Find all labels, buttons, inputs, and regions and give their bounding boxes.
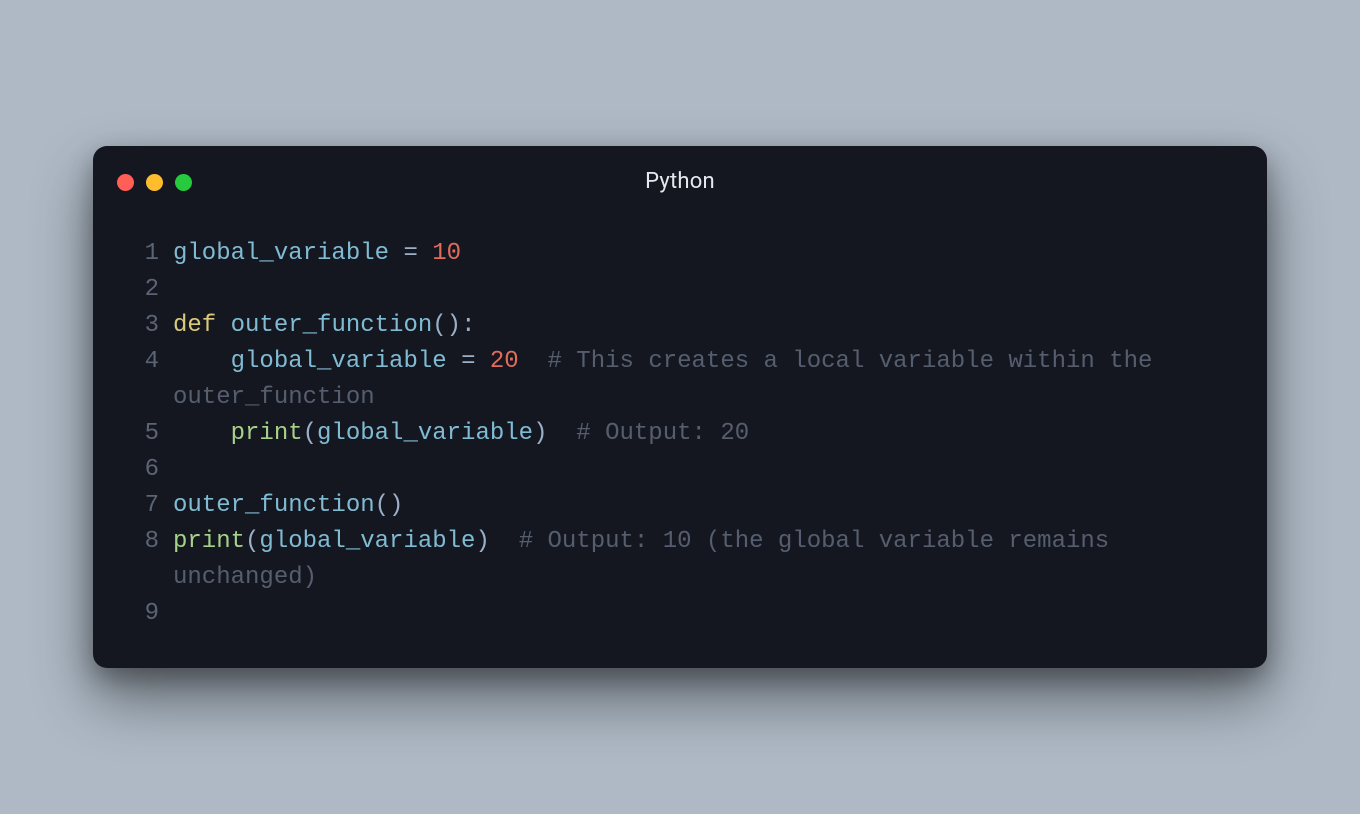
minimize-icon[interactable] — [146, 174, 163, 191]
code-line: 5 print(global_variable) # Output: 20 — [139, 416, 1221, 452]
code-window: Python 1 global_variable = 10 2 3 def ou… — [93, 146, 1267, 668]
token-operator: = — [461, 348, 475, 375]
line-number: 9 — [139, 596, 173, 632]
token-function-name: outer_function — [231, 312, 433, 339]
token-punct: (): — [432, 312, 475, 339]
token-space — [447, 348, 461, 375]
code-content: outer_function() — [173, 488, 1221, 524]
window-title: Python — [93, 159, 1267, 194]
token-punct: ( — [303, 420, 317, 447]
code-line: 9 — [139, 596, 1221, 632]
line-number: 5 — [139, 416, 173, 452]
token-number: 10 — [432, 240, 461, 267]
code-line: 4 global_variable = 20 # This creates a … — [139, 344, 1221, 416]
line-number: 8 — [139, 524, 173, 560]
token-punct: ) — [533, 420, 547, 447]
token-space — [418, 240, 432, 267]
line-number: 3 — [139, 308, 173, 344]
code-line: 6 — [139, 452, 1221, 488]
token-builtin: print — [231, 420, 303, 447]
window-traffic-lights — [117, 174, 192, 191]
token-variable: global_variable — [231, 348, 447, 375]
token-operator: = — [403, 240, 417, 267]
code-content: print(global_variable) # Output: 20 — [173, 416, 1221, 452]
code-line: 8 print(global_variable) # Output: 10 (t… — [139, 524, 1221, 596]
line-number: 6 — [139, 452, 173, 488]
token-space — [389, 240, 403, 267]
token-space — [490, 528, 519, 555]
code-editor: 1 global_variable = 10 2 3 def outer_fun… — [93, 206, 1267, 632]
line-number: 2 — [139, 272, 173, 308]
token-keyword: def — [173, 312, 216, 339]
token-comment: # Output: 20 — [576, 420, 749, 447]
token-space — [216, 312, 230, 339]
token-indent — [173, 420, 231, 447]
code-line: 7 outer_function() — [139, 488, 1221, 524]
zoom-icon[interactable] — [175, 174, 192, 191]
line-number: 1 — [139, 236, 173, 272]
line-number: 7 — [139, 488, 173, 524]
token-punct: ) — [475, 528, 489, 555]
code-line: 2 — [139, 272, 1221, 308]
close-icon[interactable] — [117, 174, 134, 191]
token-variable: global_variable — [317, 420, 533, 447]
token-indent — [173, 348, 231, 375]
code-content: global_variable = 10 — [173, 236, 1221, 272]
code-line: 3 def outer_function(): — [139, 308, 1221, 344]
token-space — [547, 420, 576, 447]
code-content: def outer_function(): — [173, 308, 1221, 344]
token-punct: ( — [245, 528, 259, 555]
token-number: 20 — [490, 348, 519, 375]
token-punct: () — [375, 492, 404, 519]
token-call: outer_function — [173, 492, 375, 519]
token-space — [475, 348, 489, 375]
token-variable: global_variable — [173, 240, 389, 267]
window-titlebar: Python — [93, 146, 1267, 206]
token-builtin: print — [173, 528, 245, 555]
token-variable: global_variable — [259, 528, 475, 555]
line-number: 4 — [139, 344, 173, 380]
code-content: global_variable = 20 # This creates a lo… — [173, 344, 1221, 416]
token-space — [519, 348, 548, 375]
code-content: print(global_variable) # Output: 10 (the… — [173, 524, 1221, 596]
code-line: 1 global_variable = 10 — [139, 236, 1221, 272]
